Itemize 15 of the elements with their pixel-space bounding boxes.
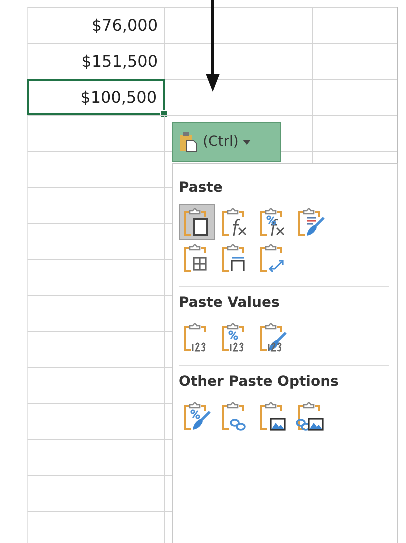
section-heading: Paste Values bbox=[179, 295, 281, 311]
section-heading: Paste bbox=[179, 180, 224, 196]
table-cell: $76,000 bbox=[27, 7, 165, 43]
table-cell: $100,500 bbox=[27, 79, 165, 115]
clipboard-link-picture-icon bbox=[296, 400, 326, 432]
paste-options-button[interactable]: (Ctrl) bbox=[172, 122, 281, 162]
paste-option[interactable] bbox=[179, 204, 215, 240]
table-cell: $151,500 bbox=[27, 43, 165, 79]
section-heading: Other Paste Options bbox=[179, 374, 340, 390]
clipboard-percent-brush-icon bbox=[182, 400, 212, 432]
clipboard-picture-icon bbox=[258, 400, 288, 432]
clipboard-numbers-brush-icon bbox=[258, 321, 288, 353]
clipboard-icon bbox=[179, 131, 199, 153]
clipboard-brush-icon bbox=[296, 206, 326, 238]
caret-icon bbox=[242, 140, 251, 144]
